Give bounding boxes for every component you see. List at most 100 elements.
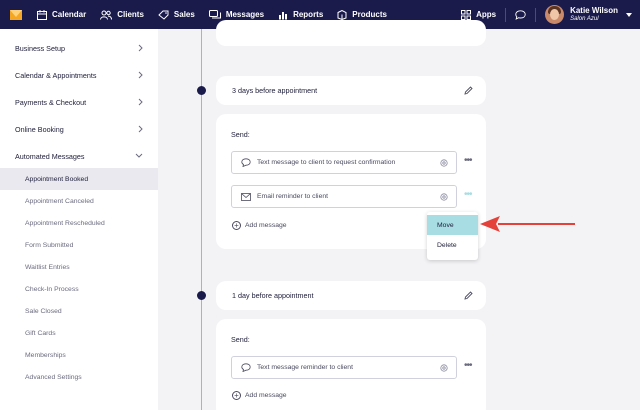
more-options-icon[interactable]: ••• <box>464 189 472 200</box>
chat-icon[interactable] <box>515 9 526 20</box>
sidebar-subitem-advanced-settings[interactable]: Advanced Settings <box>0 366 158 388</box>
chevron-down-icon[interactable] <box>626 12 632 17</box>
user-name: Katie Wilson <box>570 6 618 15</box>
gear-icon[interactable] <box>440 364 448 372</box>
sidebar-item-automated-messages[interactable]: Automated Messages <box>0 145 158 167</box>
chevron-right-icon <box>138 44 143 52</box>
message-row[interactable]: Text message to client to request confir… <box>231 151 457 174</box>
sidebar-item-online-booking[interactable]: Online Booking <box>0 118 158 140</box>
sidebar-subitem-sale-closed[interactable]: Sale Closed <box>0 300 158 322</box>
sidebar-item-label: Memberships <box>25 351 66 359</box>
sidebar-item-label: Gift Cards <box>25 329 56 337</box>
chat-icon <box>241 158 251 167</box>
sidebar-subitem-form-submitted[interactable]: Form Submitted <box>0 234 158 256</box>
sidebar-item-label: Appointment Rescheduled <box>25 219 105 227</box>
nav-label: Products <box>352 10 387 19</box>
nav-label: Sales <box>173 10 195 19</box>
sidebar-item-label: Advanced Settings <box>25 373 82 381</box>
user-salon: Salon Azul <box>570 16 599 22</box>
nav-apps[interactable]: Apps <box>461 9 497 20</box>
gear-icon[interactable] <box>440 159 448 167</box>
pencil-icon[interactable] <box>464 291 473 300</box>
calendar-icon <box>37 9 47 20</box>
nav-label: Apps <box>476 10 497 19</box>
pencil-icon[interactable] <box>464 86 473 95</box>
chevron-right-icon <box>138 71 143 79</box>
sidebar-subitem-memberships[interactable]: Memberships <box>0 344 158 366</box>
sidebar-item-label: Form Submitted <box>25 241 74 249</box>
nav-label: Reports <box>293 10 324 19</box>
nav-divider <box>535 7 537 22</box>
sidebar-subitem-check-in-process[interactable]: Check-In Process <box>0 278 158 300</box>
sidebar-item-business-setup[interactable]: Business Setup <box>0 37 158 59</box>
sidebar-subitem-gift-cards[interactable]: Gift Cards <box>0 322 158 344</box>
nav-divider <box>505 7 507 22</box>
sidebar-item-label: Waitlist Entries <box>25 263 70 271</box>
logo-icon[interactable] <box>9 8 23 22</box>
sidebar: Business Setup Calendar & Appointments P… <box>0 29 158 410</box>
add-message-button[interactable]: + Add message <box>232 391 287 400</box>
sidebar-subitem-appointment-booked[interactable]: Appointment Booked <box>0 168 158 190</box>
options-dropdown: Move Delete <box>427 212 478 260</box>
message-text: Text message to client to request confir… <box>257 159 396 166</box>
nav-reports[interactable]: Reports <box>278 10 323 20</box>
avatar[interactable] <box>545 5 565 24</box>
timeline-dot <box>197 291 206 300</box>
add-message-button[interactable]: + Add message <box>232 221 287 230</box>
clients-icon <box>100 10 113 20</box>
plus-icon: + <box>232 221 241 230</box>
message-row[interactable]: Email reminder to client <box>231 185 457 208</box>
sidebar-item-label: Check-In Process <box>25 285 79 293</box>
sidebar-item-label: Online Booking <box>15 124 64 134</box>
envelope-icon <box>241 192 251 201</box>
menu-item-label: Move <box>437 221 454 229</box>
send-label: Send: <box>231 130 250 139</box>
menu-item-label: Delete <box>437 241 457 249</box>
timing-card[interactable]: 3 days before appointment <box>216 76 486 105</box>
sidebar-item-label: Business Setup <box>15 43 65 53</box>
sidebar-item-calendar-appointments[interactable]: Calendar & Appointments <box>0 64 158 86</box>
sidebar-item-payments-checkout[interactable]: Payments & Checkout <box>0 91 158 113</box>
chevron-down-icon <box>135 153 143 158</box>
user-info[interactable]: Katie Wilson Salon Azul <box>570 6 618 23</box>
timing-card[interactable]: 1 day before appointment <box>216 281 486 310</box>
tag-icon <box>158 10 169 20</box>
sidebar-subitem-appointment-rescheduled[interactable]: Appointment Rescheduled <box>0 212 158 234</box>
add-message-label: Add message <box>245 392 287 399</box>
sidebar-item-label: Appointment Booked <box>25 175 89 183</box>
menu-item-delete[interactable]: Delete <box>427 235 478 255</box>
timeline-dot <box>197 86 206 95</box>
nav-label: Clients <box>117 10 144 19</box>
sidebar-item-label: Payments & Checkout <box>15 97 87 107</box>
more-options-icon[interactable]: ••• <box>464 360 472 371</box>
add-message-label: Add message <box>245 222 287 229</box>
nav-label: Messages <box>225 10 265 19</box>
menu-item-move[interactable]: Move <box>427 215 478 235</box>
gear-icon[interactable] <box>440 193 448 201</box>
nav-calendar[interactable]: Calendar <box>37 9 87 20</box>
messages-icon <box>208 9 221 18</box>
nav-clients[interactable]: Clients <box>100 10 144 20</box>
nav-label: Calendar <box>52 10 87 19</box>
sidebar-subitem-appointment-canceled[interactable]: Appointment Canceled <box>0 190 158 212</box>
more-options-icon[interactable]: ••• <box>464 155 472 166</box>
chevron-right-icon <box>138 125 143 133</box>
nav-products[interactable]: Products <box>337 9 387 20</box>
chevron-right-icon <box>138 98 143 106</box>
previous-card <box>216 20 486 46</box>
chat-icon <box>241 363 251 372</box>
timing-title: 1 day before appointment <box>232 291 314 300</box>
message-text: Text message reminder to client <box>257 364 353 371</box>
message-row[interactable]: Text message reminder to client <box>231 356 457 379</box>
nav-messages[interactable]: Messages <box>208 9 265 20</box>
sidebar-subitem-waitlist-entries[interactable]: Waitlist Entries <box>0 256 158 278</box>
plus-icon: + <box>232 391 241 400</box>
sidebar-item-label: Appointment Canceled <box>25 197 94 205</box>
sidebar-item-label: Automated Messages <box>15 151 85 161</box>
box-icon <box>337 9 347 20</box>
bar-chart-icon <box>279 11 288 19</box>
nav-sales[interactable]: Sales <box>158 10 195 20</box>
annotation-arrow-icon <box>480 216 575 232</box>
messages-card: Send: Text message reminder to client ••… <box>216 319 486 410</box>
send-label: Send: <box>231 335 250 344</box>
